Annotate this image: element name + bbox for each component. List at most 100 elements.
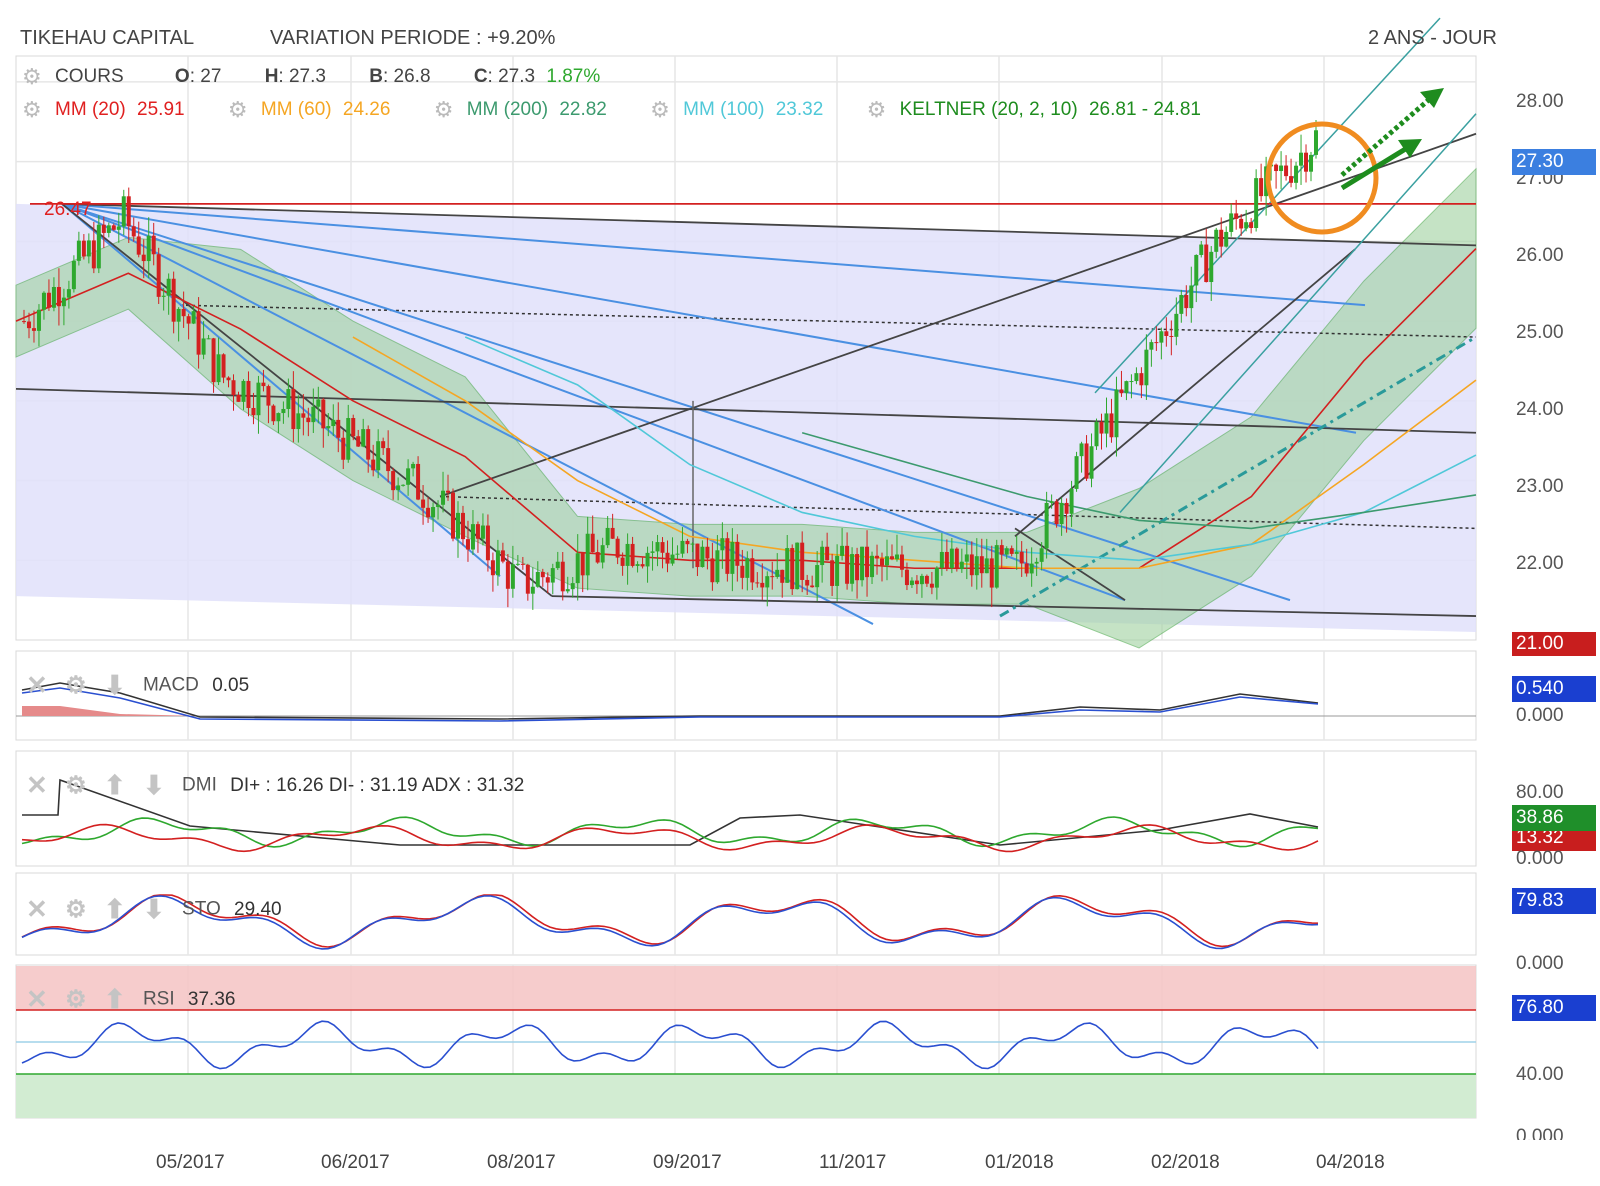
candle (191, 311, 196, 324)
candle (351, 418, 356, 437)
candle (216, 354, 221, 383)
candle (800, 542, 805, 580)
arrow-down-icon[interactable]: ⬇ (143, 894, 165, 925)
candle (316, 399, 321, 407)
candle (86, 240, 91, 257)
candle (161, 295, 166, 297)
close-icon[interactable]: ✕ (26, 984, 48, 1015)
candle (919, 575, 924, 585)
candle (705, 546, 710, 559)
candle (929, 583, 934, 588)
gear-icon[interactable]: ⚙ (867, 97, 887, 123)
candle (66, 289, 71, 298)
candle (231, 380, 236, 395)
macd-tag: 0.540 (1512, 676, 1596, 702)
candle (1249, 222, 1254, 229)
gear-icon[interactable]: ⚙ (650, 97, 670, 123)
candle (485, 525, 490, 561)
candle (735, 541, 740, 566)
arrow-down-icon[interactable]: ⬇ (104, 670, 126, 701)
candle (1204, 244, 1209, 283)
candle (381, 441, 386, 449)
candle (889, 556, 894, 560)
mm100-value: 23.32 (775, 99, 824, 121)
gear-icon[interactable]: ⚙ (65, 671, 87, 700)
close-icon[interactable]: ✕ (26, 894, 48, 925)
mm100-label: MM (100) (683, 99, 765, 121)
y-tick: 40.00 (1516, 1064, 1564, 1085)
candle (830, 560, 835, 586)
candle (894, 554, 899, 560)
candle (226, 377, 231, 381)
candle (840, 545, 845, 556)
gear-icon[interactable]: ⚙ (434, 97, 454, 123)
candle (1274, 164, 1279, 172)
candle (1019, 551, 1024, 564)
candle (505, 561, 510, 589)
sto-value: 29.40 (234, 898, 282, 920)
candle (151, 235, 156, 255)
close-icon[interactable]: ✕ (26, 770, 48, 801)
rsi-tag: 76.80 (1512, 995, 1596, 1021)
arrow-up-icon[interactable]: ⬆ (104, 984, 126, 1015)
candle (331, 419, 336, 427)
dmi-green-tag: 38.86 (1512, 805, 1596, 831)
gear-icon[interactable]: ⚙ (65, 985, 87, 1014)
candle (386, 448, 391, 472)
candle (760, 582, 765, 588)
candle (1219, 229, 1224, 247)
candle (116, 226, 121, 230)
candle (855, 554, 860, 581)
candle (655, 542, 660, 552)
candle (1149, 342, 1154, 350)
candle (1114, 389, 1119, 438)
candle (740, 565, 745, 578)
gear-icon[interactable]: ⚙ (228, 97, 248, 123)
candle (1009, 548, 1014, 554)
arrow-up-icon[interactable]: ⬆ (104, 770, 126, 801)
x-tick: 06/2017 (321, 1152, 390, 1173)
mm60-value: 24.26 (342, 99, 391, 121)
candle (645, 552, 650, 567)
candle (1309, 154, 1314, 172)
candle (934, 567, 939, 588)
candle (286, 389, 291, 409)
arrow-down-icon[interactable]: ⬇ (143, 770, 165, 801)
candle (715, 550, 720, 583)
candle (600, 545, 605, 563)
gear-icon[interactable]: ⚙ (22, 97, 42, 123)
candle (635, 564, 640, 566)
period-variation: VARIATION PERIODE : +9.20% (270, 27, 556, 49)
candle (780, 569, 785, 583)
candle (625, 543, 630, 566)
y-tick: 26.00 (1516, 245, 1564, 266)
candle (106, 225, 111, 233)
close-icon[interactable]: ✕ (26, 670, 48, 701)
candle (1279, 165, 1284, 172)
candle (431, 507, 436, 518)
candle (979, 556, 984, 574)
candle (221, 354, 226, 378)
candle (590, 533, 595, 553)
candle (266, 386, 271, 406)
candle (396, 485, 401, 491)
gear-icon[interactable]: ⚙ (22, 64, 42, 90)
candle (411, 463, 416, 469)
candle (446, 490, 451, 493)
candle (865, 546, 870, 578)
candle (136, 236, 141, 255)
keltner-label: KELTNER (20, 2, 10) (899, 99, 1078, 121)
candle (146, 235, 151, 262)
candle (326, 426, 331, 429)
candle (1184, 294, 1189, 309)
candle (126, 196, 131, 227)
arrow-up-icon[interactable]: ⬆ (104, 894, 126, 925)
close-value: : 27.3 (487, 66, 536, 88)
low-price-tag: 21.00 (1512, 632, 1596, 656)
timeframe-label[interactable]: 2 ANS - JOUR (1368, 27, 1497, 50)
candle (904, 569, 909, 586)
candle (680, 540, 685, 554)
gear-icon[interactable]: ⚙ (65, 771, 87, 800)
gear-icon[interactable]: ⚙ (65, 895, 87, 924)
candle (371, 459, 376, 471)
